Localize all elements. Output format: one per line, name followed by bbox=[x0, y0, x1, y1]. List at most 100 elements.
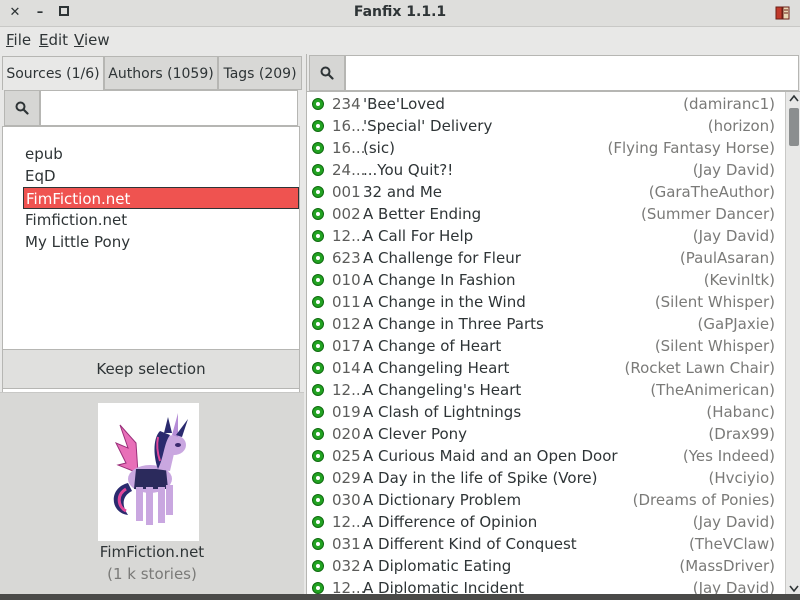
story-number: 001 bbox=[332, 183, 361, 201]
preview-source-title: FimFiction.net bbox=[99, 543, 205, 561]
story-row[interactable]: 12... A Call For Help (Jay David) bbox=[307, 225, 783, 247]
menu-edit-label: dit bbox=[48, 31, 69, 49]
story-row[interactable]: 012 A Change in Three Parts (GaPJaxie) bbox=[307, 313, 783, 335]
status-dot-icon bbox=[312, 450, 324, 462]
menu-file[interactable]: File bbox=[6, 31, 31, 49]
story-author: (PaulAsaran) bbox=[679, 249, 775, 267]
left-pane: Sources (1/6) Authors (1059) Tags (209) … bbox=[0, 54, 304, 600]
story-title: A Changeling Heart bbox=[363, 359, 510, 377]
story-number: 017 bbox=[332, 337, 361, 355]
story-row[interactable]: 019 A Clash of Lightnings (Habanc) bbox=[307, 401, 783, 423]
story-title: A Changeling's Heart bbox=[363, 381, 522, 399]
story-row[interactable]: 030 A Dictionary Problem (Dreams of Ponies… bbox=[307, 489, 783, 511]
status-dot-icon bbox=[312, 98, 324, 110]
tab-tags[interactable]: Tags (209) bbox=[218, 56, 302, 90]
keep-selection-button[interactable]: Keep selection bbox=[2, 349, 300, 389]
story-row[interactable]: 011 A Change in the Wind (Silent Whisper) bbox=[307, 291, 783, 313]
source-preview: FimFiction.net (1 k stories) bbox=[0, 392, 304, 600]
status-dot-icon bbox=[312, 560, 324, 572]
source-item-epub[interactable]: epub bbox=[23, 143, 299, 165]
filter-tabs: Sources (1/6) Authors (1059) Tags (209) bbox=[2, 56, 302, 90]
tab-authors[interactable]: Authors (1059) bbox=[104, 56, 218, 90]
story-number: 12... bbox=[332, 381, 366, 399]
story-title: A Call For Help bbox=[363, 227, 474, 245]
bottom-edge bbox=[0, 594, 800, 600]
story-row[interactable]: 12... A Difference of Opinion (Jay David) bbox=[307, 511, 783, 533]
source-item-fimfiction-selected[interactable]: FimFiction.net bbox=[23, 187, 299, 209]
left-search-row bbox=[2, 90, 302, 126]
status-dot-icon bbox=[312, 362, 324, 374]
menu-view-accel: V bbox=[74, 31, 84, 49]
status-dot-icon bbox=[312, 252, 324, 264]
source-item-fimfiction[interactable]: Fimfiction.net bbox=[23, 209, 299, 231]
story-row[interactable]: 017 A Change of Heart (Silent Whisper) bbox=[307, 335, 783, 357]
menu-view[interactable]: View bbox=[74, 31, 110, 49]
story-number: 623 bbox=[332, 249, 361, 267]
story-row[interactable]: 16... 'Special' Delivery (horizon) bbox=[307, 115, 783, 137]
status-dot-icon bbox=[312, 494, 324, 506]
story-row[interactable]: 020 A Clever Pony (Drax99) bbox=[307, 423, 783, 445]
story-title: 32 and Me bbox=[363, 183, 443, 201]
status-dot-icon bbox=[312, 384, 324, 396]
story-row[interactable]: 032 A Diplomatic Eating (MassDriver) bbox=[307, 555, 783, 577]
story-author: (Flying Fantasy Horse) bbox=[607, 139, 776, 157]
story-author: (GaPJaxie) bbox=[697, 315, 775, 333]
status-dot-icon bbox=[312, 428, 324, 440]
menu-edit[interactable]: Edit bbox=[39, 31, 68, 49]
story-number: 234 bbox=[332, 95, 361, 113]
story-author: (Hvciyio) bbox=[708, 469, 776, 487]
status-dot-icon bbox=[312, 406, 324, 418]
right-search-input[interactable] bbox=[345, 55, 799, 91]
status-dot-icon bbox=[312, 208, 324, 220]
story-title: (sic) bbox=[363, 139, 395, 157]
story-title: A Dictionary Problem bbox=[363, 491, 522, 509]
story-row[interactable]: 002 A Better Ending (Summer Dancer) bbox=[307, 203, 783, 225]
story-row[interactable]: 014 A Changeling Heart (Rocket Lawn Chair) bbox=[307, 357, 783, 379]
story-author: (Jay David) bbox=[692, 513, 775, 531]
story-title: A Better Ending bbox=[363, 205, 482, 223]
story-row[interactable]: 025 A Curious Maid and an Open Door (Yes I… bbox=[307, 445, 783, 467]
menu-view-label: iew bbox=[83, 31, 110, 49]
story-number: 002 bbox=[332, 205, 361, 223]
story-author: (Rocket Lawn Chair) bbox=[624, 359, 775, 377]
story-author: (TheAnimerican) bbox=[650, 381, 775, 399]
story-number: 012 bbox=[332, 315, 361, 333]
story-row[interactable]: 16... (sic) (Flying Fantasy Horse) bbox=[307, 137, 783, 159]
story-row[interactable]: 010 A Change In Fashion (Kevinltk) bbox=[307, 269, 783, 291]
story-author: (Dreams of Ponies) bbox=[632, 491, 775, 509]
scroll-thumb[interactable] bbox=[789, 108, 799, 146]
story-row[interactable]: 234 'Bee'Loved (damiranc1) bbox=[307, 93, 783, 115]
source-item-eqd[interactable]: EqD bbox=[23, 165, 299, 187]
tab-sources[interactable]: Sources (1/6) bbox=[2, 56, 104, 90]
story-row[interactable]: 12... A Changeling's Heart (TheAnimerican) bbox=[307, 379, 783, 401]
story-list[interactable]: 234 'Bee'Loved (damiranc1) 16... 'Special' D… bbox=[307, 91, 800, 600]
left-search-input[interactable] bbox=[40, 90, 298, 126]
menu-file-label: ile bbox=[13, 31, 32, 49]
scroll-up-icon[interactable] bbox=[788, 94, 800, 106]
story-title: A Diplomatic Eating bbox=[363, 557, 512, 575]
story-title: A Different Kind of Conquest bbox=[363, 535, 577, 553]
source-item-my-little-pony[interactable]: My Little Pony bbox=[23, 231, 299, 253]
story-number: 014 bbox=[332, 359, 361, 377]
status-dot-icon bbox=[312, 164, 324, 176]
story-number: 029 bbox=[332, 469, 361, 487]
status-dot-icon bbox=[312, 142, 324, 154]
story-list-scrollbar[interactable] bbox=[785, 92, 800, 600]
story-author: (Jay David) bbox=[692, 227, 775, 245]
story-number: 030 bbox=[332, 491, 361, 509]
story-row[interactable]: 001 32 and Me (GaraTheAuthor) bbox=[307, 181, 783, 203]
status-dot-icon bbox=[312, 120, 324, 132]
story-row[interactable]: 031 A Different Kind of Conquest (TheVClaw… bbox=[307, 533, 783, 555]
left-search-button[interactable] bbox=[4, 90, 40, 126]
right-search-button[interactable] bbox=[309, 55, 345, 91]
story-author: (Drax99) bbox=[708, 425, 775, 443]
story-row[interactable]: 029 A Day in the life of Spike (Vore) (Hvc… bbox=[307, 467, 783, 489]
status-dot-icon bbox=[312, 538, 324, 550]
story-row[interactable]: 24... ...You Quit?! (Jay David) bbox=[307, 159, 783, 181]
status-dot-icon bbox=[312, 516, 324, 528]
status-dot-icon bbox=[312, 296, 324, 308]
preview-story-count: (1 k stories) bbox=[107, 565, 197, 583]
story-row[interactable]: 623 A Challenge for Fleur (PaulAsaran) bbox=[307, 247, 783, 269]
story-author: (Habanc) bbox=[706, 403, 775, 421]
story-number: 12... bbox=[332, 227, 366, 245]
